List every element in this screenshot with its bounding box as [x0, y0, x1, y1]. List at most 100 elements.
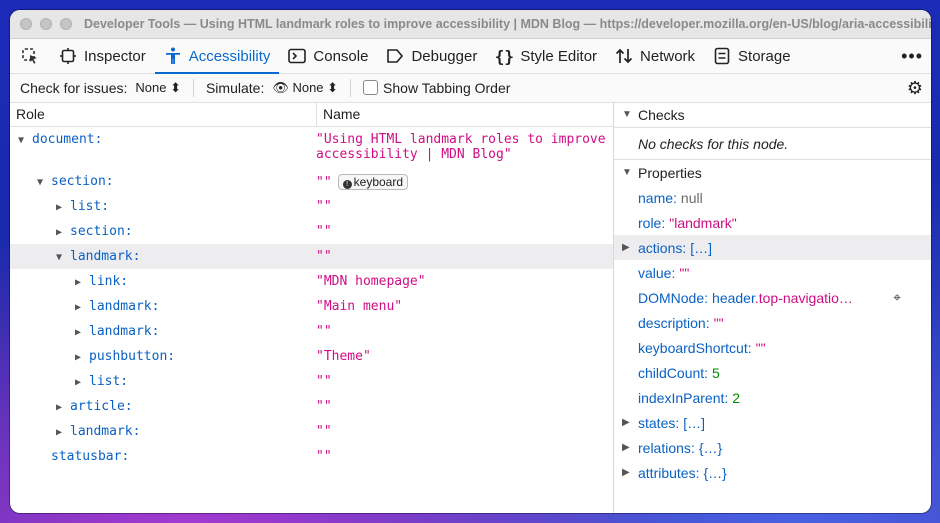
chevron-right-icon[interactable]: ▶ [75, 352, 89, 363]
zoom-window-button[interactable] [60, 18, 72, 30]
property-key: childCount: [638, 364, 709, 381]
chevron-right-icon[interactable]: ▶ [56, 427, 70, 438]
chevron-down-icon[interactable]: ▼ [37, 177, 51, 188]
property-value[interactable]: {…} [699, 440, 722, 456]
property-key: states: [638, 414, 680, 431]
dom-node-class: .top-navigatio… [754, 289, 853, 306]
property-row[interactable]: ▶ states: […] [614, 410, 931, 435]
role-label: link: [89, 274, 129, 289]
tree-row-name: "Main menu" [316, 299, 402, 314]
chevron-right-icon[interactable]: ▶ [622, 467, 636, 478]
property-value-text: "landmark" [669, 214, 737, 231]
tab-inspector[interactable]: Inspector [50, 39, 155, 73]
gear-icon[interactable]: ⚙ [907, 78, 923, 99]
tree-row[interactable]: ▶ landmark: "" [10, 419, 613, 444]
property-row[interactable]: description: "" [614, 310, 931, 335]
tab-accessibility[interactable]: Accessibility [154, 39, 280, 74]
property-row[interactable]: value: "" [614, 260, 931, 285]
property-row[interactable]: DOMNode: header.top-navigatio… ⌖ [614, 285, 931, 310]
simulate-select[interactable]: 👁︎ None ⬍ [272, 80, 338, 96]
property-value-text: […] [690, 239, 713, 256]
property-row[interactable]: ▶ relations: {…} [614, 435, 931, 460]
tab-debugger[interactable]: Debugger [377, 39, 486, 73]
chevron-down-icon[interactable]: ▼ [18, 135, 32, 146]
chevron-right-icon[interactable]: ▶ [75, 302, 89, 313]
minimize-window-button[interactable] [40, 18, 52, 30]
tree-row[interactable]: ▶ list: "" [10, 194, 613, 219]
tab-storage[interactable]: Storage [704, 39, 800, 73]
tree-row[interactable]: ▶ landmark: "Main menu" [10, 294, 613, 319]
tree-row[interactable]: ▶ pushbutton: "Theme" [10, 344, 613, 369]
tree-row[interactable]: ▶ landmark: "" [10, 319, 613, 344]
window-title: Developer Tools — Using HTML landmark ro… [84, 17, 931, 31]
tab-style-editor[interactable]: {} Style Editor [486, 39, 606, 73]
tab-network[interactable]: Network [606, 39, 704, 73]
tree-row-name: "" [316, 399, 332, 414]
more-options-button[interactable]: ••• [901, 46, 923, 67]
checks-header-label: Checks [638, 106, 685, 123]
tree-row[interactable]: statusbar: "" [10, 444, 613, 469]
checks-message: No checks for this node. [614, 128, 931, 160]
chevron-right-icon[interactable]: ▶ [56, 402, 70, 413]
devtools-window: Developer Tools — Using HTML landmark ro… [10, 10, 931, 513]
role-label: landmark: [89, 324, 160, 339]
property-row[interactable]: name: null [614, 185, 931, 210]
chevron-right-icon[interactable]: ▶ [75, 277, 89, 288]
check-issues-select[interactable]: None ⬍ [135, 80, 181, 96]
debugger-icon [386, 47, 404, 65]
chevron-right-icon[interactable]: ▶ [75, 377, 89, 388]
property-value-text: "" [679, 264, 690, 281]
property-row[interactable]: childCount: 5 [614, 360, 931, 385]
chevron-right-icon[interactable]: ▶ [622, 242, 636, 253]
chevron-right-icon[interactable]: ▶ [622, 417, 636, 428]
property-value[interactable]: header.top-navigatio… [712, 290, 853, 306]
element-picker-icon [22, 48, 37, 64]
show-tabbing-order-toggle[interactable]: Show Tabbing Order [363, 80, 510, 96]
tab-label: Style Editor [520, 47, 598, 65]
chevron-right-icon[interactable]: ▶ [56, 202, 70, 213]
property-row[interactable]: indexInParent: 2 [614, 385, 931, 410]
properties-section-header[interactable]: ▼ Properties [614, 160, 931, 185]
property-row[interactable]: keyboardShortcut: "" [614, 335, 931, 360]
checks-section-header[interactable]: ▼ Checks [614, 102, 931, 128]
chevron-right-icon[interactable]: ▶ [622, 442, 636, 453]
keyboard-issue-badge[interactable]: ! keyboard [337, 174, 409, 190]
role-label: landmark: [89, 299, 160, 314]
property-value-text: {…} [698, 439, 723, 456]
tree-row[interactable]: ▼ section: ""! keyboard [10, 169, 613, 194]
close-window-button[interactable] [20, 18, 32, 30]
element-picker-button[interactable] [10, 39, 50, 73]
properties-header-label: Properties [638, 164, 702, 181]
chevron-down-icon[interactable]: ▼ [56, 252, 70, 263]
tree-row-role: ▶ section: [56, 224, 133, 239]
chevron-right-icon[interactable]: ▶ [56, 227, 70, 238]
chevron-right-icon[interactable]: ▶ [75, 327, 89, 338]
property-value[interactable]: […] [690, 240, 712, 256]
property-value-text: 2 [732, 389, 741, 406]
role-label: document: [32, 132, 103, 147]
property-value-text: null [680, 189, 703, 206]
role-label: article: [70, 399, 133, 414]
tree-row[interactable]: ▶ link: "MDN homepage" [10, 269, 613, 294]
property-row[interactable]: ▶ attributes: {…} [614, 460, 931, 485]
tree-row[interactable]: ▼ landmark: "" [10, 244, 613, 269]
tree-row-name: "" [316, 449, 332, 464]
property-row[interactable]: ▶ actions: […] [614, 235, 931, 260]
select-node-target-icon[interactable]: ⌖ [893, 289, 901, 306]
tab-label: Inspector [84, 47, 146, 65]
accessibility-tree: Role Name ▼ document: "Using HTML landmark… [10, 102, 614, 513]
tree-row[interactable]: ▶ list: "" [10, 369, 613, 394]
name-column-header: Name [316, 102, 360, 126]
property-value[interactable]: […] [683, 415, 705, 431]
name-value: "" [316, 374, 332, 389]
role-label: section: [70, 224, 133, 239]
tree-row[interactable]: ▶ article: "" [10, 394, 613, 419]
tree-row[interactable]: ▶ section: "" [10, 219, 613, 244]
property-value[interactable]: {…} [703, 465, 726, 481]
tree-row[interactable]: ▼ document: "Using HTML landmark roles to … [10, 127, 613, 169]
property-key: value: [638, 264, 676, 281]
tab-console[interactable]: Console [279, 39, 377, 73]
property-row[interactable]: role: "landmark" [614, 210, 931, 235]
property-value-text: […] [683, 414, 706, 431]
property-value: 2 [732, 390, 740, 406]
